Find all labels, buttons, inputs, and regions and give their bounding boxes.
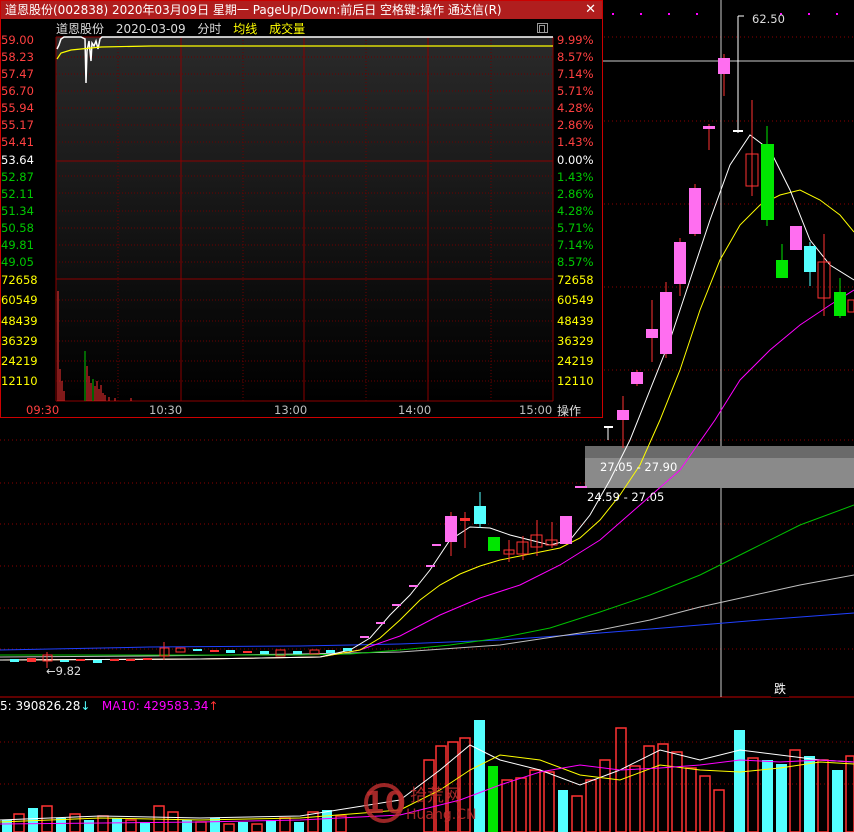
- low-value: 9.82: [55, 664, 82, 678]
- volume-axis-label-right: 36329: [557, 334, 594, 348]
- pct-label: 4.28%: [557, 101, 594, 115]
- pct-label: 1.43%: [557, 170, 594, 184]
- ma10-value: MA10: 429583.34: [101, 699, 209, 713]
- volume-indicator-text: 5: 390826.28↓ MA10: 429583.34↑: [0, 699, 219, 713]
- watermark-logo-icon: 10 拾荒网 Huang.CN: [364, 783, 476, 823]
- volume-axis-label: 48439: [1, 314, 38, 328]
- volume-axis-label: 12110: [1, 374, 38, 388]
- price-label: 49.05: [1, 255, 34, 269]
- watermark-domain: Huang.CN: [406, 807, 476, 823]
- price-label: 51.34: [1, 204, 34, 218]
- pct-label: 8.57%: [557, 255, 594, 269]
- low-price-label: ←9.82: [46, 664, 81, 678]
- volume-axis-label-right: 72658: [557, 273, 594, 287]
- price-label: 52.87: [1, 170, 34, 184]
- time-label: 13:00: [274, 403, 308, 417]
- pct-label: 2.86%: [557, 118, 594, 132]
- high-price-label: 62.50: [752, 12, 785, 26]
- volume-axis-label-right: 24219: [557, 354, 594, 368]
- volume-axis-label-right: 48439: [557, 314, 594, 328]
- time-label: 14:00: [398, 403, 432, 417]
- price-label: 56.70: [1, 84, 34, 98]
- price-label: 54.41: [1, 135, 34, 149]
- time-label: 10:30: [149, 403, 183, 417]
- intraday-popup-window[interactable]: 道恩股份(002838) 2020年03月09日 星期一 PageUp/Down…: [0, 0, 603, 418]
- ma10-arrow: ↑: [208, 699, 219, 713]
- price-label: 50.58: [1, 221, 34, 235]
- ma5-value: 5: 390826.28: [0, 699, 81, 713]
- price-label: 53.64: [1, 153, 34, 167]
- pct-label: 1.43%: [557, 135, 594, 149]
- time-label: 09:30: [26, 403, 60, 417]
- price-label: 57.47: [1, 67, 34, 81]
- volume-axis-label: 24219: [1, 354, 38, 368]
- pct-label: 5.71%: [557, 221, 594, 235]
- pct-label: 5.71%: [557, 84, 594, 98]
- volume-axis-label: 72658: [1, 273, 38, 287]
- pct-label: 0.00%: [557, 153, 594, 167]
- volume-axis-label: 60549: [1, 293, 38, 307]
- low-arrow: ←: [46, 664, 56, 678]
- volume-axis-label: 36329: [1, 334, 38, 348]
- price-label: 49.81: [1, 238, 34, 252]
- die-button[interactable]: 跌: [771, 681, 789, 697]
- watermark-site-name: 拾荒网: [410, 786, 461, 806]
- tooltip-text-1: 27.05 - 27.90: [600, 460, 678, 474]
- ma-green-line: [0, 504, 854, 656]
- intraday-chart[interactable]: [1, 1, 602, 417]
- watermark: 10 拾荒网 Huang.CN: [358, 779, 493, 825]
- time-label: 15:00: [519, 403, 553, 417]
- price-label: 59.00: [1, 33, 34, 47]
- ma-blue-line: [0, 612, 854, 651]
- pct-label: 9.99%: [557, 33, 594, 47]
- tooltip-text-2: 24.59 - 27.05: [587, 490, 665, 504]
- pct-label: 7.14%: [557, 67, 594, 81]
- price-label: 55.17: [1, 118, 34, 132]
- top-markers: [612, 13, 838, 15]
- price-label: 52.11: [1, 187, 34, 201]
- price-label: 55.94: [1, 101, 34, 115]
- operation-button[interactable]: 操作: [557, 402, 597, 419]
- ma5-arrow: ↓: [80, 699, 91, 713]
- ma-gray-line: [0, 574, 854, 658]
- price-label: 58.23: [1, 50, 34, 64]
- pct-label: 2.86%: [557, 187, 594, 201]
- pct-label: 7.14%: [557, 238, 594, 252]
- tooltip-box-1-top: [585, 446, 854, 458]
- volume-axis-label-right: 12110: [557, 374, 594, 388]
- watermark-logo-text: 10: [364, 786, 406, 821]
- pct-label: 8.57%: [557, 50, 594, 64]
- pct-label: 4.28%: [557, 204, 594, 218]
- volume-axis-label-right: 60549: [557, 293, 594, 307]
